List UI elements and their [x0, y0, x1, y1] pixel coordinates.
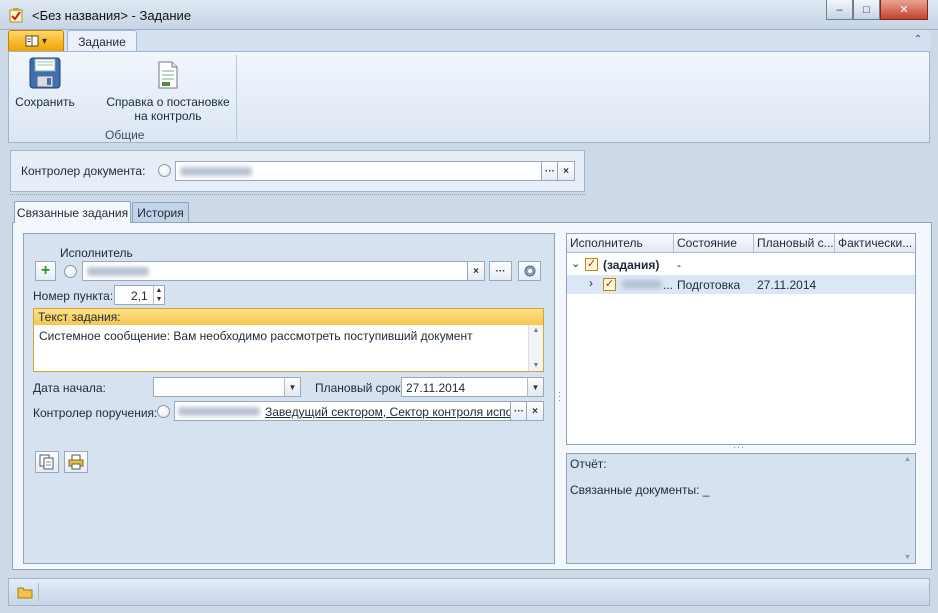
floppy-disk-icon [29, 57, 61, 89]
task-checkbox-icon: ✓ [603, 278, 616, 291]
dotted-separator [10, 194, 585, 195]
tab-history[interactable]: История [132, 202, 189, 223]
linked-documents-text: Связанные документы: _ [570, 483, 710, 497]
report-scrollbar[interactable]: ▲ ▼ [900, 454, 915, 563]
task-text-area[interactable]: Системное сообщение: Вам необходимо расс… [33, 325, 544, 372]
status-bar [8, 578, 930, 606]
document-controller-field[interactable] [175, 161, 542, 181]
row-executor: (задания) [603, 258, 660, 272]
task-text-scrollbar[interactable]: ▲ ▼ [528, 325, 543, 371]
control-report-label-1: Справка о постановке [106, 95, 230, 109]
task-form-panel [23, 233, 555, 564]
chevron-down-icon[interactable]: ⌄ [571, 257, 580, 270]
book-icon [25, 35, 39, 47]
task-controller-value[interactable]: Заведущий сектором, Сектор контроля испо… [265, 405, 510, 419]
start-date-picker[interactable]: ▼ [153, 377, 301, 397]
redacted-name [622, 280, 662, 289]
close-button[interactable]: ✕ [880, 0, 928, 20]
copy-button[interactable] [35, 451, 59, 473]
ribbon-tab-strip: ▾ Задание ⌃ [8, 30, 930, 52]
executor-settings-button[interactable] [518, 261, 541, 281]
table-row[interactable]: ⌄ ✓ (задания) - [567, 255, 915, 274]
gear-icon [524, 265, 535, 277]
add-executor-button[interactable]: + [35, 261, 56, 281]
tab-linked-tasks[interactable]: Связанные задания [14, 201, 131, 223]
window-title: <Без названия> - Задание [32, 8, 192, 23]
chevron-right-icon[interactable]: › [589, 276, 593, 290]
report-label: Отчёт: [570, 457, 607, 471]
start-date-label: Дата начала: [33, 381, 106, 395]
due-date-picker[interactable]: 27.11.2014 ▼ [401, 377, 544, 397]
tab-task[interactable]: Задание [67, 30, 137, 52]
chevron-down-icon: ▾ [41, 35, 48, 47]
table-row[interactable]: › ✓ ... Подготовка 27.11.2014 [567, 275, 915, 294]
task-controller-radio[interactable] [157, 405, 170, 418]
document-controller-radio[interactable] [158, 164, 171, 177]
redacted-name [87, 267, 149, 276]
report-document-icon [158, 61, 178, 89]
executor-clear-button[interactable]: × [467, 261, 485, 281]
executor-field[interactable] [82, 261, 468, 281]
ribbon-group-label: Общие [105, 128, 145, 142]
chevron-down-icon[interactable]: ▼ [284, 378, 300, 396]
column-header-executor[interactable]: Исполнитель [567, 234, 674, 253]
task-controller-label: Контролер поручения: [33, 406, 158, 420]
row-state: Подготовка [677, 278, 741, 292]
ribbon-group-separator [236, 55, 237, 139]
print-button[interactable] [64, 451, 88, 473]
task-controller-field[interactable]: Заведущий сектором, Сектор контроля испо… [174, 401, 511, 421]
control-report-button[interactable]: Справка о постановке на контроль [105, 60, 231, 123]
item-number-stepper[interactable]: 2,1 ▲ ▼ [114, 285, 165, 305]
maximize-button[interactable]: □ [853, 0, 880, 20]
redacted-name [180, 167, 252, 176]
executor-radio[interactable] [64, 265, 77, 278]
due-date-label: Плановый срок: [315, 381, 404, 395]
executor-more-button[interactable]: ··· [489, 261, 512, 281]
row-planned: 27.11.2014 [757, 278, 817, 292]
horizontal-splitter[interactable]: ··· [733, 443, 749, 452]
document-controller-clear-button[interactable]: × [557, 161, 575, 181]
copy-documents-icon [39, 454, 54, 470]
vertical-splitter[interactable]: · · · [558, 388, 562, 406]
printer-icon [68, 454, 84, 470]
due-date-value: 27.11.2014 [406, 381, 466, 395]
ribbon-collapse-icon[interactable]: ⌃ [910, 34, 926, 48]
document-controller-label: Контролер документа: [21, 164, 146, 178]
ribbon-body: Сохранить Справка о постановке на контро… [8, 51, 930, 143]
linked-tasks-grid: Исполнитель Состояние Плановый с... Факт… [566, 233, 916, 445]
save-label: Сохранить [15, 95, 75, 109]
stepper-arrows[interactable]: ▲ ▼ [153, 286, 164, 304]
task-text-header: Текст задания: [33, 308, 544, 326]
column-header-actual[interactable]: Фактически... [835, 234, 915, 253]
task-text-value: Системное сообщение: Вам необходимо расс… [39, 329, 473, 343]
control-report-label-2: на контроль [134, 109, 202, 123]
column-header-planned[interactable]: Плановый с... [754, 234, 835, 253]
chevron-down-icon[interactable]: ▼ [527, 378, 543, 396]
save-button[interactable]: Сохранить [13, 56, 77, 109]
plus-icon: + [40, 262, 51, 279]
report-panel: Отчёт: Связанные документы: _ ▲ ▼ [566, 453, 916, 564]
document-controller-box: Контролер документа: ··· × [10, 150, 585, 192]
item-number-label: Номер пункта: [33, 289, 114, 303]
row-state: - [677, 258, 681, 272]
grid-header: Исполнитель Состояние Плановый с... Факт… [567, 234, 915, 253]
title-bar: <Без названия> - Задание – □ ✕ [0, 0, 938, 30]
redacted-name [178, 407, 260, 416]
task-checkbox-icon: ✓ [585, 258, 598, 271]
app-menu-button[interactable]: ▾ [8, 30, 64, 52]
item-number-value: 2,1 [131, 289, 148, 303]
column-header-state[interactable]: Состояние [674, 234, 754, 253]
executor-label: Исполнитель [60, 246, 133, 260]
row-executor: ... [663, 278, 674, 292]
task-app-icon [8, 7, 24, 23]
folder-icon[interactable] [17, 585, 33, 602]
minimize-button[interactable]: – [826, 0, 853, 20]
status-separator [38, 583, 39, 601]
task-controller-clear-button[interactable]: × [526, 401, 544, 421]
